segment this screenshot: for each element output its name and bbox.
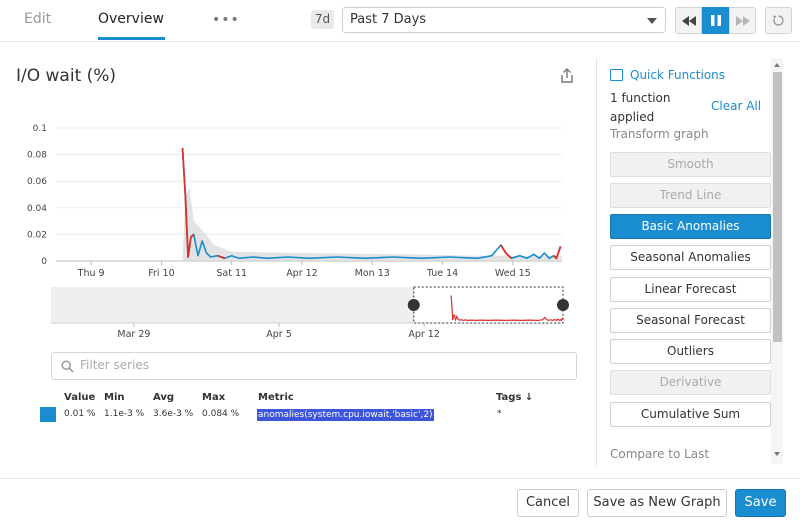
legend-header-max[interactable]: Max <box>202 392 225 403</box>
navigator-selection <box>413 286 564 324</box>
y-tick-label: 0 <box>41 257 47 267</box>
chart-grid <box>56 127 562 262</box>
reset-button[interactable] <box>765 7 792 34</box>
derivative-button[interactable]: Derivative <box>610 370 771 395</box>
fast-forward-icon <box>735 15 750 26</box>
fast-forward-button[interactable] <box>729 7 756 34</box>
series-line <box>181 147 562 260</box>
save-button[interactable]: Save <box>735 489 786 517</box>
x-tick-label: Thu 9 <box>77 268 105 279</box>
rewind-button[interactable] <box>675 7 702 34</box>
linear-forecast-button[interactable]: Linear Forecast <box>610 277 771 302</box>
seasonal-forecast-button[interactable]: Seasonal Forecast <box>610 308 771 333</box>
navigator-x-tick-label: Apr 5 <box>266 329 292 340</box>
timeframe-selected-value: Past 7 Days <box>350 12 427 27</box>
more-options-icon[interactable]: ••• <box>212 12 240 28</box>
tab-overview[interactable]: Overview <box>98 11 164 27</box>
quick-functions-header[interactable]: Quick Functions <box>630 68 725 82</box>
x-tick-label: Apr 12 <box>286 268 318 279</box>
time-navigator[interactable]: Mar 29 Apr 5 Apr 12 <box>51 286 569 340</box>
reset-icon <box>773 15 784 26</box>
navigator-x-tick-label: Mar 29 <box>117 329 150 340</box>
chevron-down-icon <box>647 18 657 24</box>
basic-anomalies-button[interactable]: Basic Anomalies <box>610 214 771 239</box>
cancel-button[interactable]: Cancel <box>517 489 579 517</box>
x-axis: Thu 9 Fri 10 Sat 11 Apr 12 Mon 13 Tue 14 Wed 1… <box>77 261 531 279</box>
legend-header-metric[interactable]: Metric <box>258 392 294 403</box>
timeseries-chart[interactable]: 0.1 0.08 0.06 0.04 0.02 0 Thu 9 Fri 10 Sat 11 Ap… <box>0 115 590 345</box>
legend-tags: * <box>497 409 502 419</box>
clear-all-link[interactable]: Clear All <box>711 99 761 113</box>
x-tick-label: Wed 15 <box>495 268 531 279</box>
navigator-handle-left <box>407 299 420 311</box>
share-icon[interactable] <box>560 68 574 84</box>
y-tick-label: 0.06 <box>27 177 47 187</box>
legend-avg: 3.6e-3 % <box>153 409 194 419</box>
compare-to-last-label: Compare to Last <box>610 447 710 461</box>
outliers-button[interactable]: Outliers <box>610 339 771 364</box>
editor-header: Edit Overview ••• 7d Past 7 Days <box>0 0 800 42</box>
legend-header-value[interactable]: Value <box>64 392 95 403</box>
smooth-button[interactable]: Smooth <box>610 152 771 177</box>
active-tab-indicator <box>98 37 165 40</box>
quick-functions-panel: Quick Functions 1 function applied Clear… <box>596 58 786 466</box>
series-color-swatch <box>40 407 56 422</box>
y-tick-label: 0.04 <box>27 204 47 214</box>
filter-series-box[interactable] <box>51 352 577 380</box>
bounds-band-area <box>182 187 562 261</box>
scroll-down-icon[interactable] <box>774 452 780 456</box>
y-tick-label: 0.02 <box>27 230 47 240</box>
x-tick-label: Mon 13 <box>355 268 390 279</box>
y-tick-label: 0.1 <box>33 124 47 134</box>
legend-header-avg[interactable]: Avg <box>153 392 174 403</box>
search-icon <box>61 360 74 373</box>
legend-max: 0.084 % <box>202 409 240 419</box>
x-tick-label: Sat 11 <box>216 268 247 279</box>
navigator-handle-right <box>557 299 569 311</box>
scroll-up-icon[interactable] <box>774 63 780 67</box>
series-lines <box>181 147 562 260</box>
cumulative-sum-button[interactable]: Cumulative Sum <box>610 402 771 427</box>
navigator-x-tick-label: Apr 12 <box>408 329 440 340</box>
filter-series-input[interactable] <box>80 358 560 372</box>
x-tick-label: Fri 10 <box>148 268 174 279</box>
legend-header-min[interactable]: Min <box>104 392 125 403</box>
legend-header-tags[interactable]: Tags ↓ <box>496 392 533 403</box>
applied-function-count: 1 function applied <box>610 91 671 124</box>
save-as-new-graph-button[interactable]: Save as New Graph <box>587 489 727 517</box>
seasonal-anomalies-button[interactable]: Seasonal Anomalies <box>610 245 771 270</box>
graph-title: I/O wait (%) <box>16 66 117 86</box>
legend-metric-query[interactable]: anomalies(system.cpu.iowait,'basic',2) <box>257 409 434 421</box>
y-axis: 0.1 0.08 0.06 0.04 0.02 0 <box>27 124 47 267</box>
timeframe-span-badge: 7d <box>311 10 334 29</box>
pause-button[interactable] <box>702 7 729 34</box>
pause-icon <box>710 15 721 26</box>
panel-scrollbar-thumb[interactable] <box>773 72 782 342</box>
legend-min: 1.1e-3 % <box>104 409 145 419</box>
legend-value: 0.01 % <box>64 409 96 419</box>
anomaly-bounds-band <box>182 187 562 261</box>
quick-functions-icon <box>610 69 623 81</box>
tab-edit[interactable]: Edit <box>24 11 51 27</box>
trend-line-button[interactable]: Trend Line <box>610 183 771 208</box>
timeframe-select[interactable]: Past 7 Days <box>342 7 666 33</box>
rewind-icon <box>681 15 696 26</box>
transform-graph-label: Transform graph <box>610 127 709 141</box>
y-tick-label: 0.08 <box>27 151 47 161</box>
editor-footer: Cancel Save as New Graph Save <box>0 478 800 522</box>
x-tick-label: Tue 14 <box>426 268 458 279</box>
